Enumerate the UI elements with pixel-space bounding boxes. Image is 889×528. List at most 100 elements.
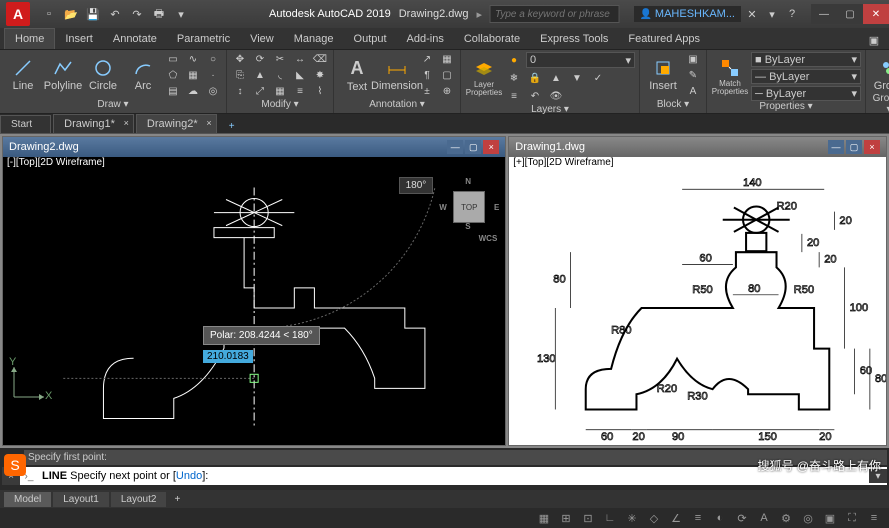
left-viewmode-label[interactable]: [-][Top][2D Wireframe] (3, 157, 505, 171)
erase-icon[interactable]: ⌫ (311, 52, 329, 66)
center-icon[interactable]: ⊕ (438, 84, 456, 98)
layer-properties-button[interactable]: Layer Properties (465, 56, 503, 100)
arc-button[interactable]: Arc (124, 53, 162, 97)
donut-icon[interactable]: ◎ (204, 84, 222, 98)
panel-groups-title[interactable]: Groups ▾ (870, 97, 889, 111)
circle-button[interactable]: Circle (84, 53, 122, 97)
polyline-button[interactable]: Polyline (44, 53, 82, 97)
leader-icon[interactable]: ↗ (418, 52, 436, 66)
insert-button[interactable]: Insert (644, 53, 682, 97)
lineweight-dropdown[interactable]: — ByLayer▾ (751, 69, 861, 84)
right-doc-titlebar[interactable]: Drawing1.dwg — ▢ × (509, 137, 886, 157)
tab-home[interactable]: Home (4, 28, 55, 49)
qat-open-icon[interactable]: 📂 (62, 5, 80, 23)
ribbon-collapse-icon[interactable]: ▣ (865, 31, 883, 49)
doc-close-button[interactable]: × (483, 140, 499, 154)
search-input[interactable] (490, 5, 620, 23)
tab-featured[interactable]: Featured Apps (618, 29, 710, 49)
tab-view[interactable]: View (240, 29, 284, 49)
qat-redo-icon[interactable]: ↷ (128, 5, 146, 23)
group-button[interactable]: Group (870, 53, 889, 97)
line-button[interactable]: Line (4, 53, 42, 97)
close-tab-icon[interactable]: × (206, 118, 211, 128)
new-tab-button[interactable]: + (223, 119, 241, 133)
point-icon[interactable]: · (204, 68, 222, 82)
tab-parametric[interactable]: Parametric (167, 29, 240, 49)
qat-new-icon[interactable]: ▫ (40, 5, 58, 23)
viewcube[interactable]: N E S W TOP WCS (439, 177, 499, 237)
command-input[interactable]: LINE Specify next point or [Undo]: (38, 470, 869, 482)
panel-properties-title[interactable]: Properties ▾ (711, 101, 861, 112)
doc-minimize-button[interactable]: — (447, 140, 463, 154)
tolerance-icon[interactable]: ± (418, 84, 436, 98)
array-icon[interactable]: ▦ (271, 84, 289, 98)
right-viewmode-label[interactable]: [+][Top][2D Wireframe] (509, 157, 886, 171)
stretch-icon[interactable]: ↕ (231, 84, 249, 98)
panel-annotation-title[interactable]: Annotation ▾ (338, 98, 456, 111)
minimize-button[interactable]: — (811, 4, 837, 24)
exchange-icon[interactable]: ✕ (743, 5, 761, 23)
user-badge[interactable]: 👤 MAHESHKAM... (634, 6, 741, 22)
panel-draw-title[interactable]: Draw ▾ (4, 98, 222, 111)
doctab-drawing1[interactable]: Drawing1*× (53, 114, 134, 133)
doc-maximize-button[interactable]: ▢ (846, 140, 862, 154)
qat-save-icon[interactable]: 💾 (84, 5, 102, 23)
close-button[interactable]: ✕ (863, 4, 889, 24)
left-doc-titlebar[interactable]: Drawing2.dwg — ▢ × (3, 137, 505, 157)
grid-icon[interactable]: ⊞ (557, 510, 575, 526)
mtext-icon[interactable]: ¶ (418, 68, 436, 82)
hardware-icon[interactable]: ▣ (821, 510, 839, 526)
panel-block-title[interactable]: Block ▾ (644, 98, 702, 111)
panel-modify-title[interactable]: Modify ▾ (231, 98, 329, 111)
qat-dropdown-icon[interactable]: ▾ (172, 5, 190, 23)
close-tab-icon[interactable]: × (124, 118, 129, 128)
right-canvas[interactable]: 140 R20 20 20 80 60 20 80 R50 R50 100 R8… (509, 171, 886, 445)
tab-layout1[interactable]: Layout1 (53, 492, 109, 507)
offset-icon[interactable]: ≡ (291, 84, 309, 98)
app-menu-button[interactable]: A (6, 2, 30, 26)
match-properties-button[interactable]: Match Properties (711, 55, 749, 99)
chamfer-icon[interactable]: ◣ (291, 68, 309, 82)
hatch-icon[interactable]: ▦ (184, 68, 202, 82)
workspace-icon[interactable]: ⚙ (777, 510, 795, 526)
annotation-scale-icon[interactable]: A (755, 510, 773, 526)
help-dropdown-icon[interactable]: ▾ (763, 5, 781, 23)
layer-bulb-icon[interactable]: ● (505, 53, 523, 67)
tab-insert[interactable]: Insert (55, 29, 103, 49)
doctab-start[interactable]: Start (0, 115, 51, 133)
isolate-icon[interactable]: ◎ (799, 510, 817, 526)
spline-icon[interactable]: ∿ (184, 52, 202, 66)
tab-addins[interactable]: Add-ins (397, 29, 454, 49)
tab-layout2[interactable]: Layout2 (111, 492, 167, 507)
region-icon[interactable]: ▤ (164, 84, 182, 98)
viewcube-top[interactable]: TOP (453, 191, 485, 223)
transparency-icon[interactable]: ◐ (711, 510, 729, 526)
explode-icon[interactable]: ✸ (311, 68, 329, 82)
table-icon[interactable]: ▦ (438, 52, 456, 66)
mirror-icon[interactable]: ▲ (251, 68, 269, 82)
qat-undo-icon[interactable]: ↶ (106, 5, 124, 23)
revcloud-icon[interactable]: ☁ (184, 84, 202, 98)
linetype-dropdown[interactable]: ─ ByLayer▾ (751, 86, 861, 101)
layer-iso-icon[interactable]: ▲ (547, 71, 565, 85)
tab-model[interactable]: Model (4, 492, 51, 507)
fillet-icon[interactable]: ◟ (271, 68, 289, 82)
break-icon[interactable]: ⌇ (311, 84, 329, 98)
doc-maximize-button[interactable]: ▢ (465, 140, 481, 154)
tab-collaborate[interactable]: Collaborate (454, 29, 530, 49)
maximize-button[interactable]: ▢ (837, 4, 863, 24)
osnap-icon[interactable]: ◇ (645, 510, 663, 526)
layer-dropdown[interactable]: 0▾ (526, 52, 635, 68)
move-icon[interactable]: ✥ (231, 52, 249, 66)
color-dropdown[interactable]: ■ ByLayer▾ (751, 52, 861, 67)
field-icon[interactable]: ▢ (438, 68, 456, 82)
rect-icon[interactable]: ▭ (164, 52, 182, 66)
doctab-drawing2[interactable]: Drawing2*× (136, 114, 217, 133)
layer-off-icon[interactable]: ▼ (568, 71, 586, 85)
polygon-icon[interactable]: ⬠ (164, 68, 182, 82)
ortho-icon[interactable]: ∟ (601, 510, 619, 526)
model-space-icon[interactable]: ▦ (535, 510, 553, 526)
clean-screen-icon[interactable]: ⛶ (843, 510, 861, 526)
qat-plot-icon[interactable]: 🖶 (150, 5, 168, 23)
otrack-icon[interactable]: ∠ (667, 510, 685, 526)
